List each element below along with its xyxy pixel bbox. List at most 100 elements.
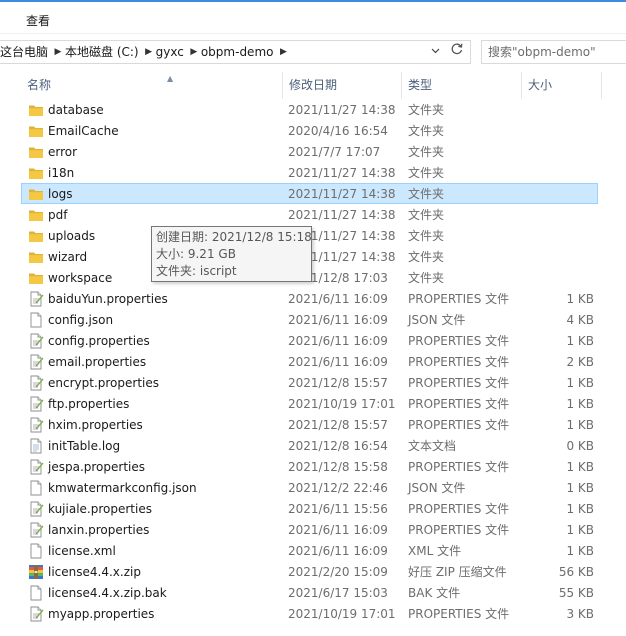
- column-header-type[interactable]: 类型: [402, 72, 522, 99]
- file-type: PROPERTIES 文件: [408, 460, 510, 474]
- properties-file-icon: [28, 606, 44, 622]
- blank-file-icon: [28, 543, 44, 559]
- file-type: JSON 文件: [408, 481, 466, 495]
- file-name: lanxin.properties: [48, 523, 150, 537]
- column-header-size[interactable]: 大小: [522, 72, 602, 99]
- file-type: 文件夹: [408, 124, 445, 138]
- column-header-name[interactable]: ▲ 名称: [21, 72, 283, 99]
- breadcrumb-gyxc[interactable]: gyxc: [156, 41, 187, 63]
- column-header: ▲ 名称 修改日期 类型 大小: [0, 72, 602, 99]
- file-name: uploads: [48, 229, 96, 243]
- file-type: PROPERTIES 文件: [408, 292, 510, 306]
- file-size: 55 KB: [558, 586, 594, 600]
- file-name: license.xml: [48, 544, 116, 558]
- properties-file-icon: [28, 459, 44, 475]
- file-row[interactable]: hxim.properties 2021/12/8 15:57 PROPERTIES…: [21, 414, 598, 435]
- folder-icon: [28, 186, 44, 202]
- file-size: 2 KB: [566, 355, 594, 369]
- file-date-modified: 2021/12/8 16:54: [288, 439, 388, 453]
- file-row[interactable]: license.xml 2021/6/11 16:09 XML 文件 1 KB: [21, 540, 598, 561]
- address-bar[interactable]: 这台电脑 ▶ 本地磁盘 (C:) ▶ gyxc ▶ obpm-demo ▶: [0, 40, 471, 64]
- file-row[interactable]: logs 2021/11/27 14:38 文件夹: [21, 183, 598, 204]
- address-history-dropdown[interactable]: [426, 41, 444, 63]
- file-name: wizard: [48, 250, 88, 264]
- file-type: 文件夹: [408, 250, 445, 264]
- column-header-name-label: 名称: [27, 78, 52, 92]
- file-row[interactable]: config.json 2021/6/11 16:09 JSON 文件 4 KB: [21, 309, 598, 330]
- explorer-window: 查看 这台电脑▶本地磁盘 (C:)▶gyxc▶obpm-demo▶ ▲ 名称 修…: [0, 0, 626, 636]
- file-row[interactable]: encrypt.properties 2021/12/8 15:57 PROPERT…: [21, 372, 598, 393]
- folder-icon: [28, 144, 44, 160]
- file-date-modified: 2021/6/11 16:09: [288, 292, 388, 306]
- file-row[interactable]: EmailCache 2020/4/16 16:54 文件夹: [21, 120, 598, 141]
- column-header-date-modified[interactable]: 修改日期: [283, 72, 402, 99]
- file-type: PROPERTIES 文件: [408, 397, 510, 411]
- file-row[interactable]: ftp.properties 2021/10/19 17:01 PROPERTIES…: [21, 393, 598, 414]
- search-input[interactable]: [488, 41, 608, 63]
- file-name: ftp.properties: [48, 397, 130, 411]
- chevron-right-icon[interactable]: ▶: [276, 41, 290, 63]
- properties-file-icon: [28, 417, 44, 433]
- file-size: 1 KB: [566, 544, 594, 558]
- breadcrumb-obpm-demo[interactable]: obpm-demo: [201, 41, 277, 63]
- blank-file-icon: [28, 312, 44, 328]
- file-row[interactable]: license4.4.x.zip.bak 2021/6/17 15:03 BAK 文…: [21, 582, 598, 603]
- chevron-right-icon[interactable]: ▶: [51, 41, 65, 63]
- file-row[interactable]: email.properties 2021/6/11 16:09 PROPERTIE…: [21, 351, 598, 372]
- file-row[interactable]: myapp.properties 2021/10/19 17:01 PROPERTI…: [21, 603, 598, 624]
- breadcrumb-this-pc[interactable]: 这台电脑: [0, 41, 51, 63]
- file-name: encrypt.properties: [48, 376, 159, 390]
- column-header-type-label: 类型: [408, 78, 433, 92]
- file-size: 1 KB: [566, 418, 594, 432]
- file-row[interactable]: database 2021/11/27 14:38 文件夹: [21, 99, 598, 120]
- file-name: error: [48, 145, 78, 159]
- file-row[interactable]: lanxin.properties 2021/6/11 16:09 PROPERTI…: [21, 519, 598, 540]
- file-date-modified: 2021/12/8 15:57: [288, 376, 388, 390]
- window-frame-edge: [0, 0, 626, 2]
- file-row[interactable]: license4.4.x.zip 2021/2/20 15:09 好压 ZIP 压缩…: [21, 561, 598, 582]
- file-row[interactable]: baiduYun.properties 2021/6/11 16:09 PROPER…: [21, 288, 598, 309]
- file-date-modified: 2020/4/16 16:54: [288, 124, 388, 138]
- file-type: 文件夹: [408, 208, 445, 222]
- folder-icon: [28, 102, 44, 118]
- file-row[interactable]: i18n 2021/11/27 14:38 文件夹: [21, 162, 598, 183]
- breadcrumb: 这台电脑 ▶ 本地磁盘 (C:) ▶ gyxc ▶ obpm-demo ▶: [0, 41, 290, 63]
- sort-ascending-icon: ▲: [167, 74, 174, 83]
- file-size: 1 KB: [566, 460, 594, 474]
- file-name: license4.4.x.zip: [48, 565, 141, 579]
- folder-icon: [28, 270, 44, 286]
- properties-file-icon: [28, 501, 44, 517]
- breadcrumb-local-disk[interactable]: 本地磁盘 (C:): [65, 41, 142, 63]
- file-date-modified: 2021/12/2 22:46: [288, 481, 388, 495]
- file-date-modified: 2021/11/27 14:38: [288, 208, 396, 222]
- file-row[interactable]: kmwatermarkconfig.json 2021/12/2 22:46 JSO…: [21, 477, 598, 498]
- file-type: 文件夹: [408, 229, 445, 243]
- file-type: BAK 文件: [408, 586, 461, 600]
- folder-icon: [28, 228, 44, 244]
- chevron-right-icon[interactable]: ▶: [187, 41, 201, 63]
- file-row[interactable]: pdf 2021/11/27 14:38 文件夹: [21, 204, 598, 225]
- file-type: PROPERTIES 文件: [408, 418, 510, 432]
- file-name: kmwatermarkconfig.json: [48, 481, 197, 495]
- file-date-modified: 2021/6/11 16:09: [288, 544, 388, 558]
- file-row[interactable]: jespa.properties 2021/12/8 15:58 PROPERTIE…: [21, 456, 598, 477]
- file-row[interactable]: error 2021/7/7 17:07 文件夹: [21, 141, 598, 162]
- file-date-modified: 2021/6/11 16:09: [288, 334, 388, 348]
- file-name: jespa.properties: [48, 460, 145, 474]
- file-type: 好压 ZIP 压缩文件: [408, 565, 507, 579]
- file-date-modified: 2021/2/20 15:09: [288, 565, 388, 579]
- folder-icon: [28, 123, 44, 139]
- file-row[interactable]: kujiale.properties 2021/6/11 15:56 PROPERT…: [21, 498, 598, 519]
- file-date-modified: 2021/12/8 15:58: [288, 460, 388, 474]
- file-row[interactable]: initTable.log 2021/12/8 16:54 文本文档 0 KB: [21, 435, 598, 456]
- menu-view[interactable]: 查看: [20, 12, 56, 30]
- file-date-modified: 2021/11/27 14:38: [288, 103, 396, 117]
- file-size: 56 KB: [558, 565, 594, 579]
- search-box[interactable]: [481, 40, 626, 64]
- refresh-button[interactable]: [446, 41, 468, 63]
- properties-file-icon: [28, 396, 44, 412]
- file-type: PROPERTIES 文件: [408, 502, 510, 516]
- file-row[interactable]: config.properties 2021/6/11 16:09 PROPERTI…: [21, 330, 598, 351]
- chevron-right-icon[interactable]: ▶: [142, 41, 156, 63]
- tooltip-size: 大小: 9.21 GB: [156, 247, 236, 261]
